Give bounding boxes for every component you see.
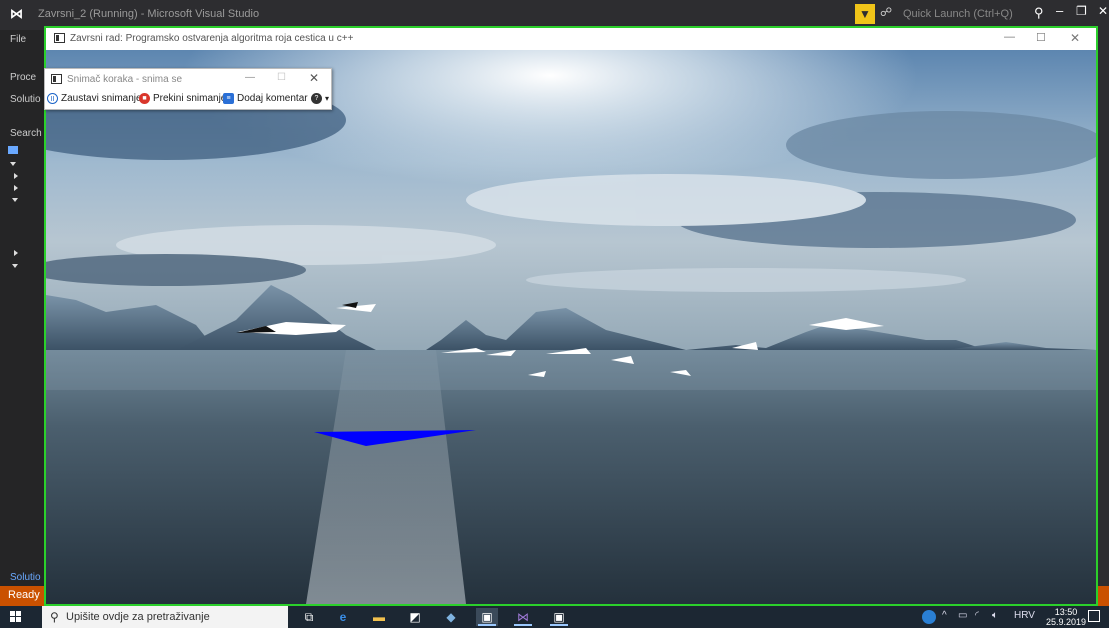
windows-start-icon[interactable] (10, 611, 22, 623)
recorder-window-icon (51, 74, 62, 84)
status-ready: Ready (8, 589, 40, 601)
clock-date: 25.9.2019 (1046, 617, 1087, 627)
vs-window-title: Zavrsni_2 (Running) - Microsoft Visual S… (38, 8, 260, 20)
chevron-up-icon[interactable]: ^ (942, 610, 947, 621)
solution-explorer-label: Solutio (10, 94, 41, 105)
add-comment-button[interactable]: ≡ Dodaj komentar (223, 93, 308, 104)
app-icon-blue[interactable]: ◆ (440, 608, 462, 626)
3d-scene-canvas[interactable] (46, 50, 1096, 604)
add-comment-label: Dodaj komentar (237, 93, 308, 104)
vs-left-panel: File Proce Solutio Search S Solutio (0, 30, 51, 590)
language-indicator[interactable]: HRV (1014, 610, 1035, 621)
recorder-minimize-icon[interactable]: — (245, 72, 255, 83)
clock-time: 13:50 (1054, 607, 1078, 617)
app-maximize-icon[interactable]: ☐ (1036, 31, 1046, 44)
visual-studio-logo-icon: ⋈ (10, 6, 23, 21)
app-window-icon (54, 33, 65, 43)
pause-icon: II (47, 93, 58, 104)
recorder-close-icon[interactable]: ✕ (309, 71, 319, 85)
recorder-titlebar[interactable]: Snimač koraka - snima se — ☐ ✕ (45, 69, 331, 89)
running-app-icon[interactable]: ▣ (476, 608, 498, 626)
solution-tree (8, 146, 18, 268)
battery-icon[interactable]: ▭ (958, 610, 967, 621)
app-window-title: Zavrsni rad: Programsko ostvarenja algor… (70, 33, 354, 44)
store-icon[interactable]: ◩ (404, 608, 426, 626)
process-label: Proce (10, 72, 37, 83)
taskbar-search-input[interactable]: Upišite ovdje za pretraživanje (42, 606, 288, 628)
help-tray-icon[interactable] (922, 610, 936, 624)
desktop: ⋈ Zavrsni_2 (Running) - Microsoft Visual… (0, 0, 1109, 628)
network-icon[interactable]: ◜ (975, 610, 979, 621)
volume-icon[interactable]: 🔈︎ (992, 610, 998, 621)
feedback-icon[interactable]: ☍ (880, 5, 892, 19)
task-view-icon[interactable]: ⧉ (298, 608, 320, 626)
console-window-icon[interactable]: ▣ (548, 608, 570, 626)
stop-recording-button[interactable]: ■ Prekini snimanje (139, 93, 226, 104)
steps-recorder-window: Snimač koraka - snima se — ☐ ✕ II Zausta… (44, 68, 332, 110)
app-close-icon[interactable]: ✕ (1070, 31, 1080, 45)
app-titlebar[interactable]: Zavrsni rad: Programsko ostvarenja algor… (46, 28, 1096, 50)
app-minimize-icon[interactable]: — (1004, 31, 1015, 43)
stop-icon: ■ (139, 93, 150, 104)
restore-icon[interactable]: ❐ (1076, 4, 1087, 18)
recorder-maximize-icon[interactable]: ☐ (277, 72, 286, 83)
menu-file[interactable]: File (10, 34, 26, 45)
help-icon: ? (311, 93, 322, 104)
pause-recording-button[interactable]: II Zaustavi snimanje (47, 93, 142, 104)
pause-recording-label: Zaustavi snimanje (61, 93, 142, 104)
chevron-down-icon: ▾ (325, 94, 330, 103)
recorder-title: Snimač koraka - snima se (67, 74, 183, 85)
quick-launch-input[interactable]: Quick Launch (Ctrl+Q) (897, 4, 1019, 24)
visual-studio-taskbar-icon[interactable]: ⋈ (512, 608, 534, 626)
help-dropdown-button[interactable]: ? ▾ (311, 93, 329, 104)
close-icon[interactable]: ✕ (1098, 4, 1108, 18)
search-icon: ⚲ (50, 610, 59, 624)
clock[interactable]: 13:50 25.9.2019 (1046, 607, 1086, 627)
reflection-band (46, 350, 1096, 390)
stop-recording-label: Prekini snimanje (153, 93, 227, 104)
search-icon[interactable]: ⚲ (1034, 5, 1044, 21)
notifications-icon[interactable] (1088, 610, 1100, 622)
minimize-icon[interactable]: – (1056, 3, 1063, 18)
notification-flag-icon[interactable]: ▼ (855, 4, 875, 24)
file-explorer-icon[interactable]: ▬ (368, 608, 390, 626)
solution-tab[interactable]: Solutio (10, 572, 41, 583)
app-window: Zavrsni rad: Programsko ostvarenja algor… (44, 26, 1098, 606)
recorder-toolbar: II Zaustavi snimanje ■ Prekini snimanje … (45, 90, 331, 110)
windows-taskbar: Upišite ovdje za pretraživanje ⚲ ⧉ e ▬ ◩… (0, 606, 1109, 628)
comment-icon: ≡ (223, 93, 234, 104)
edge-browser-icon[interactable]: e (332, 608, 354, 626)
